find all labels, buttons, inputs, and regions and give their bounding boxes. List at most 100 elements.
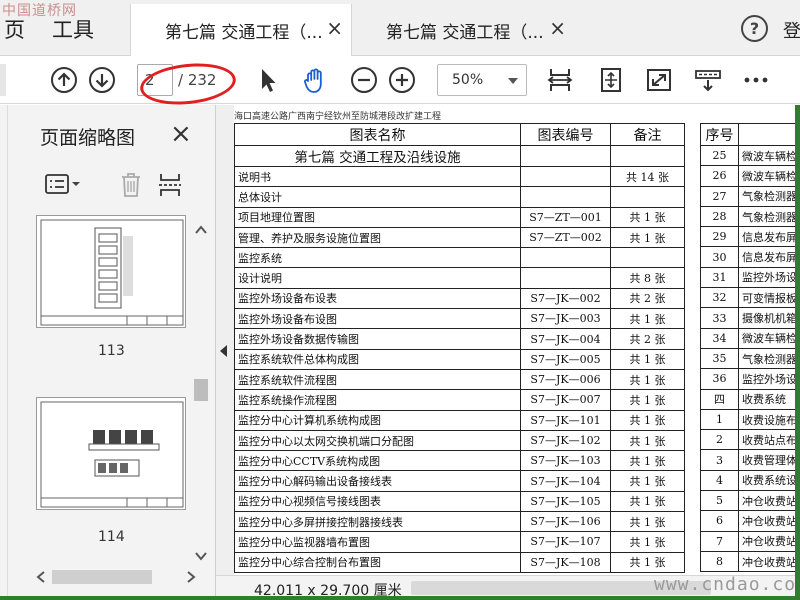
cell-name: 冲仓收费站	[738, 550, 800, 573]
cell-name: 摄像机机箱	[738, 307, 800, 329]
table-row: 29 信息发布屏	[700, 226, 800, 248]
cell-name: 监控分中心计算机系统构成图	[234, 409, 521, 431]
cell-name: 监控外场设备布设图	[234, 308, 521, 330]
cell-name: 收费系统设	[738, 469, 800, 492]
menu-home[interactable]: 页	[4, 14, 25, 44]
cell-note: 共 1 张	[610, 551, 685, 573]
cell-name: 设计说明	[234, 267, 521, 289]
cell-no: 36	[700, 368, 739, 390]
fit-width-icon[interactable]	[546, 66, 574, 94]
table-row: 监控分中心综合控制台布置图 S7—JK—108 共 1 张	[234, 551, 685, 573]
table-row: 管理、养护及服务设施位置图 S7—ZT—002 共 1 张	[234, 226, 685, 249]
cell-code: S7—JK—006	[520, 368, 611, 391]
page-thumbnail[interactable]	[36, 397, 186, 510]
cell-name: 冲仓收费站	[738, 510, 800, 532]
cell-name: 可变情报板	[738, 287, 800, 309]
cell-code	[520, 247, 611, 269]
cell-name: 信息发布屏	[738, 246, 800, 268]
page-up-icon[interactable]	[50, 66, 78, 94]
fit-page-icon[interactable]	[597, 66, 625, 94]
table-row: 四收费系统	[700, 388, 800, 410]
cell-no: 8	[700, 550, 739, 573]
page-thumbnail[interactable]	[36, 215, 186, 328]
zoom-select[interactable]: 50%	[437, 64, 527, 96]
table-row: 项目地理位置图 S7—ZT—001 共 1 张	[234, 206, 685, 228]
zoom-in-icon[interactable]	[388, 66, 416, 94]
cell-no: 4	[700, 469, 739, 492]
cell-name: 监控分中心综合控制台布置图	[234, 551, 521, 573]
tab-document-1[interactable]: 第七篇 交通工程（... ×	[130, 4, 352, 56]
zoom-out-icon[interactable]	[350, 66, 378, 94]
table-row: 2 收费站点布	[700, 429, 800, 451]
cell-code: S7—JK—106	[520, 511, 611, 533]
table-row: 监控外场设备布设表 S7—JK—002 共 2 张	[234, 287, 685, 310]
table-row: 35 气象检测器	[700, 347, 800, 370]
menu-tools[interactable]: 工具	[52, 14, 94, 44]
table-row: 30 信息发布屏	[700, 246, 800, 268]
sign-in-button[interactable]: 登	[783, 17, 800, 43]
cell-note	[610, 145, 685, 167]
collapse-panel-icon[interactable]	[220, 345, 227, 357]
page-number-label: 113	[98, 343, 125, 359]
table-row: 监控系统软件总体构成图 S7—JK—005 共 1 张	[234, 348, 685, 370]
cell-name: 监控分中心监视器墙布置图	[234, 531, 521, 553]
cell-code: S7—JK—103	[520, 450, 611, 472]
thumbnail-scrollbar[interactable]	[190, 217, 212, 569]
cell-note: 共 1 张	[610, 511, 685, 533]
navigation-strip	[0, 105, 8, 600]
table-row: 25 微波车辆检	[700, 144, 800, 167]
cell-name: 监控系统软件流程图	[234, 368, 521, 391]
cell-name: 微波车辆检	[738, 144, 800, 167]
page-down-icon[interactable]	[88, 66, 116, 94]
cell-name: 监控分中心视频信号接线图表	[234, 490, 521, 513]
extract-pages-icon[interactable]	[156, 171, 184, 203]
table-row: 7 冲仓收费站	[700, 530, 800, 552]
cell-name: 收费站点布	[738, 429, 800, 451]
table-row: 监控分中心多屏拼接控制器接线表 S7—JK—106 共 1 张	[234, 511, 685, 533]
scroll-mode-icon[interactable]	[694, 66, 722, 94]
cell-code: S7—JK—107	[520, 531, 611, 553]
table-row: 28 气象检测器	[700, 205, 800, 228]
cell-note: 共 2 张	[610, 287, 685, 310]
table-row: 监控外场设备数据传输图 S7—JK—004 共 2 张	[234, 328, 685, 350]
hand-tool-icon[interactable]	[301, 66, 329, 94]
thumbnail-options-icon[interactable]	[44, 171, 84, 203]
cell-name: 监控外场设备数据传输图	[234, 328, 521, 350]
table-row: 设计说明 共 8 张	[234, 267, 685, 289]
close-icon[interactable]: ×	[549, 16, 566, 40]
table-row: 监控分中心监视器墙布置图 S7—JK—107 共 1 张	[234, 531, 685, 553]
document-viewport[interactable]: 海口高速公路广西南宁经钦州至防城港段改扩建工程 图表名称 图表编号 备注 第七篇 交通…	[216, 105, 800, 600]
table-row: 3 收费管理体	[700, 449, 800, 471]
cell-name: 监控系统操作流程图	[234, 389, 521, 411]
help-icon[interactable]: ?	[741, 15, 768, 42]
cell-code: S7—JK—102	[520, 429, 611, 452]
cell-no: 四	[700, 388, 739, 410]
cell-name: 微波车辆检	[738, 165, 800, 187]
cell-note	[610, 247, 685, 269]
tab-document-2[interactable]: 第七篇 交通工程（... ×	[352, 4, 574, 56]
tab-label: 第七篇 交通工程（...	[165, 23, 323, 43]
cell-code	[520, 165, 611, 188]
page-number-input[interactable]: 2	[137, 64, 173, 96]
cell-name: 监控分中心CCTV系统构成图	[234, 450, 521, 472]
column-header: 序号	[700, 123, 739, 146]
thumbnail-tools	[8, 167, 216, 207]
delete-icon[interactable]	[118, 171, 144, 203]
cell-name: 监控外场设备布设表	[234, 287, 521, 310]
toolbar-edge	[0, 64, 6, 96]
cell-name: 收费管理体	[738, 449, 800, 471]
close-icon[interactable]: ×	[170, 119, 192, 149]
panel-title: 页面缩略图	[40, 127, 136, 149]
full-screen-icon[interactable]	[645, 66, 673, 94]
table-row: 监控外场设备布设图 S7—JK—003 共 1 张	[234, 308, 685, 330]
more-icon[interactable]	[742, 66, 770, 94]
cell-note: 共 1 张	[610, 531, 685, 553]
table-row: 31 监控外场设	[700, 266, 800, 289]
close-icon[interactable]: ×	[326, 16, 343, 40]
thumbnail-horizontal-scrollbar[interactable]	[30, 567, 202, 587]
table-row: 33 摄像机机箱	[700, 307, 800, 329]
cell-note	[610, 186, 685, 208]
column-header: 图表编号	[520, 123, 611, 146]
page-total: / 232	[178, 71, 217, 89]
select-cursor-icon[interactable]	[254, 66, 282, 94]
